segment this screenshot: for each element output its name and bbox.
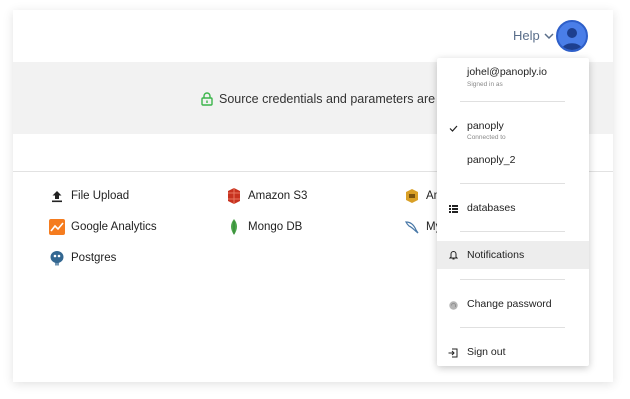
source-amazon-s3[interactable]: Amazon S3 <box>226 188 307 204</box>
mongodb-icon <box>226 219 242 235</box>
menu-item-databases[interactable]: databases <box>437 202 589 218</box>
source-label: Google Analytics <box>71 221 157 233</box>
divider <box>460 279 565 280</box>
menu-label: Sign out <box>467 346 506 358</box>
divider <box>460 327 565 328</box>
postgres-icon <box>49 250 65 266</box>
google-analytics-icon <box>49 219 65 235</box>
signed-in-account: johel@panoply.io Signed in as <box>437 66 589 96</box>
upload-icon <box>49 188 65 204</box>
menu-item-notifications[interactable]: Notifications <box>437 241 589 269</box>
signed-in-label: Signed in as <box>467 81 503 88</box>
menu-item-change-password[interactable]: Change password <box>437 298 589 314</box>
divider <box>460 231 565 232</box>
workspace-item-panoply[interactable]: panoply Connected to <box>437 120 589 142</box>
menu-label: databases <box>467 202 516 214</box>
sign-out-icon <box>448 348 458 358</box>
source-label: Mongo DB <box>248 221 303 233</box>
source-label: File Upload <box>71 190 130 202</box>
divider <box>460 183 565 184</box>
account-email: johel@panoply.io <box>467 66 547 78</box>
amazon-icon <box>404 188 420 204</box>
divider <box>460 101 565 102</box>
menu-label: Change password <box>467 298 552 310</box>
bell-icon <box>448 250 458 260</box>
source-label: Postgres <box>71 252 117 264</box>
help-label: Help <box>513 28 540 43</box>
help-menu[interactable]: Help <box>513 28 554 43</box>
banner-message: Source credentials and parameters are en… <box>201 92 463 106</box>
source-mongo-db[interactable]: Mongo DB <box>226 219 302 235</box>
mysql-icon <box>404 219 420 235</box>
source-file-upload[interactable]: File Upload <box>49 188 129 204</box>
source-google-analytics[interactable]: Google Analytics <box>49 219 157 235</box>
workspace-status: Connected to <box>467 134 506 141</box>
fingerprint-icon <box>448 300 458 310</box>
banner-text: Source credentials and parameters are en… <box>219 92 463 106</box>
menu-label: Notifications <box>467 249 525 261</box>
amazon-s3-icon <box>226 188 242 204</box>
checkmark-icon <box>448 123 458 133</box>
user-dropdown-menu: johel@panoply.io Signed in as panoply Co… <box>437 58 589 366</box>
top-bar: Help <box>13 10 613 62</box>
lock-icon <box>201 92 213 106</box>
user-icon <box>562 28 582 50</box>
chevron-down-icon <box>544 33 554 40</box>
workspace-item-panoply-2[interactable]: panoply_2 <box>437 154 589 170</box>
list-icon <box>448 204 458 214</box>
workspace-name: panoply <box>467 120 504 132</box>
menu-item-sign-out[interactable]: Sign out <box>437 346 589 362</box>
source-label: Amazon S3 <box>248 190 308 202</box>
source-postgres[interactable]: Postgres <box>49 250 116 266</box>
user-avatar[interactable] <box>556 20 588 52</box>
source-mysql[interactable]: My <box>404 219 441 235</box>
workspace-name: panoply_2 <box>467 154 516 166</box>
